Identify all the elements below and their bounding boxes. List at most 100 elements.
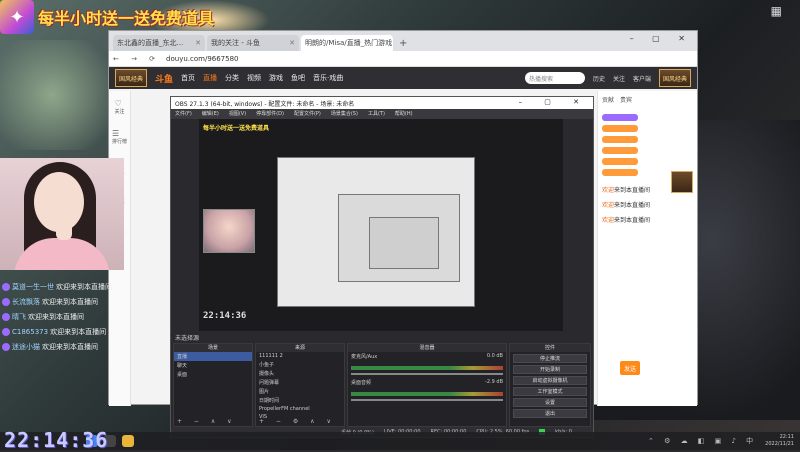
webcam-hand — [56, 222, 72, 240]
menu-edit[interactable]: 编辑(E) — [202, 110, 219, 118]
close-icon[interactable]: ✕ — [195, 39, 201, 47]
system-tray: ⌃ ⚙ ☁ ◧ ▣ ♪ 中 22:11 2022/11/21 — [648, 434, 794, 448]
obs-window: OBS 27.1.3 (64-bit, windows) - 配置文件: 未命名… — [170, 96, 594, 438]
window-controls[interactable]: – ▢ ✕ — [630, 34, 693, 43]
nav-buttons[interactable]: ← → ⟳ — [113, 55, 160, 63]
nav-video[interactable]: 视频 — [247, 73, 261, 83]
preview-webcam — [203, 209, 255, 253]
menu-docks[interactable]: 停靠部件(D) — [256, 110, 284, 118]
app-icon[interactable] — [122, 435, 134, 447]
obs-menu-bar: 文件(F) 编辑(E) 视图(V) 停靠部件(D) 配置文件(P) 场景集合(S… — [171, 109, 593, 119]
badge — [602, 158, 638, 165]
site-search-input[interactable]: 热播搜索 — [524, 72, 585, 84]
virtual-camera-button[interactable]: 启动虚拟摄像机 — [513, 376, 587, 385]
obs-preview[interactable]: 每半小时送一送免费道具 22:14:36 — [199, 119, 563, 331]
badge — [602, 125, 638, 132]
browser-tab-3[interactable]: 明朗的/Misa/直播_热门游戏✕ — [301, 35, 393, 51]
stream-clock: 22:14:36 — [4, 428, 109, 452]
panel-message: 欢迎来到本直播间 — [602, 217, 651, 224]
url-text[interactable]: douyu.com/9667580 — [166, 55, 238, 63]
studio-mode-button[interactable]: 工作室模式 — [513, 387, 587, 396]
site-logo[interactable]: 斗鱼 — [155, 72, 173, 85]
browser-tab-1[interactable]: 东北鑫的直播_东北... ✕ — [113, 35, 205, 51]
scene-item[interactable]: 直播 — [174, 352, 252, 361]
nav-live[interactable]: 直播 — [203, 73, 217, 83]
level-badge-icon — [2, 283, 10, 291]
grid-icon[interactable]: ▦ — [771, 4, 782, 18]
nav-music[interactable]: 音乐·戏曲 — [313, 73, 343, 83]
scene-item[interactable]: 桌面 — [174, 370, 252, 379]
mixer-channel: 麦克风/Aux 0.0 dB — [351, 353, 503, 360]
site-header: 国风经典 斗鱼 首页 直播 分类 视频 游戏 鱼吧 音乐·戏曲 热播搜索 历史 … — [109, 67, 697, 89]
obs-window-controls[interactable]: – ▢ ✕ — [519, 98, 589, 106]
source-item[interactable]: 问题弹幕 — [256, 378, 344, 387]
level-badge-icon — [2, 298, 10, 306]
volume-slider[interactable] — [351, 373, 503, 375]
nav-game[interactable]: 游戏 — [269, 73, 283, 83]
chat-line: 长流飘落 欢迎来到本直播间 — [2, 297, 122, 307]
source-item[interactable]: 摄像头 — [256, 369, 344, 378]
tab-vip[interactable]: 贵宾 — [620, 95, 632, 104]
chat-line: 莫道一生一世 欢迎来到本直播间 — [2, 282, 122, 292]
source-item[interactable]: PropellerFM channel — [256, 405, 344, 413]
tab-contribution[interactable]: 贡献 — [602, 95, 614, 104]
heart-icon: ♡ — [114, 99, 122, 108]
scene-controls[interactable]: + − ∧ ∨ — [177, 418, 237, 425]
nav-home[interactable]: 首页 — [181, 73, 195, 83]
level-badge-icon — [2, 343, 10, 351]
tray-clock[interactable]: 22:11 2022/11/21 — [765, 434, 794, 448]
chat-line: C1865373 欢迎来到本直播间 — [2, 327, 122, 337]
source-item[interactable]: 111111 2 — [256, 352, 344, 360]
menu-file[interactable]: 文件(F) — [175, 110, 192, 118]
scene-item[interactable]: 聊天 — [174, 361, 252, 370]
chat-overlay: 莫道一生一世 欢迎来到本直播间 长流飘落 欢迎来到本直播间 晴飞 欢迎来到本直播间 C… — [2, 282, 122, 357]
banner-right[interactable]: 国风经典 — [659, 69, 691, 87]
exit-button[interactable]: 退出 — [513, 409, 587, 418]
mixer-channel: 桌面音频 -2.9 dB — [351, 379, 503, 386]
volume-slider[interactable] — [351, 399, 503, 401]
close-icon[interactable]: ✕ — [289, 39, 295, 47]
rail-follow[interactable]: ♡ 关注 — [114, 99, 124, 115]
banner-left[interactable]: 国风经典 — [115, 69, 147, 87]
menu-view[interactable]: 视图(V) — [229, 110, 246, 118]
source-mode-label: 未选择源 — [175, 335, 200, 342]
send-button[interactable]: 发送 — [620, 361, 640, 375]
menu-scene-collection[interactable]: 场景集合(S) — [331, 110, 358, 118]
settings-button[interactable]: 设置 — [513, 398, 587, 407]
browser-tab-2[interactable]: 我的关注 - 斗鱼 ✕ — [207, 35, 299, 51]
source-item[interactable]: 图片 — [256, 387, 344, 396]
obs-docks: 场景 直播 聊天 桌面 + − ∧ ∨ 来源 111111 2 小鱼子 摄像头 … — [171, 343, 593, 427]
audio-meter — [351, 366, 503, 370]
sources-dock: 来源 111111 2 小鱼子 摄像头 问题弹幕 图片 日期时间 Propell… — [255, 343, 345, 427]
level-badge-icon — [2, 328, 10, 336]
source-item[interactable]: 小鱼子 — [256, 360, 344, 369]
mixer-dock: 混音器 麦克风/Aux 0.0 dB 桌面音频 -2.9 dB — [347, 343, 507, 427]
menu-help[interactable]: 帮助(H) — [395, 110, 413, 118]
gift-avatar-icon[interactable] — [671, 171, 693, 193]
list-icon: ☰ — [111, 129, 120, 138]
address-bar[interactable]: ← → ⟳ douyu.com/9667580 — [109, 51, 697, 67]
source-item[interactable]: 日期时间 — [256, 396, 344, 405]
stop-stream-button[interactable]: 停止推流 — [513, 354, 587, 363]
header-follow[interactable]: 关注 — [613, 74, 625, 83]
channel-logo-icon: ✦ — [0, 0, 34, 34]
panel-tabs: 贡献 贵宾 — [598, 91, 697, 108]
badge — [602, 169, 638, 176]
start-record-button[interactable]: 开始录制 — [513, 365, 587, 374]
tray-icons[interactable]: ⌃ ⚙ ☁ ◧ ▣ ♪ 中 — [648, 437, 757, 445]
new-tab-button[interactable]: + — [399, 38, 407, 51]
rail-rank[interactable]: ☰ 排行榜 — [112, 129, 127, 145]
chat-line: 晴飞 欢迎来到本直播间 — [2, 312, 122, 322]
source-controls[interactable]: + − ⚙ ∧ ∨ — [259, 418, 336, 425]
menu-tools[interactable]: 工具(T) — [368, 110, 385, 118]
menu-profile[interactable]: 配置文件(P) — [294, 110, 321, 118]
nav-fishbar[interactable]: 鱼吧 — [291, 73, 305, 83]
close-icon[interactable]: ✕ — [392, 39, 393, 47]
header-history[interactable]: 历史 — [593, 74, 605, 83]
stream-slogan: 每半小时送一送免费道具 — [38, 9, 215, 28]
header-client[interactable]: 客户端 — [633, 74, 651, 83]
panel-message: 欢迎来到本直播间 — [602, 202, 651, 209]
tab-bar: 东北鑫的直播_东北... ✕ 我的关注 - 斗鱼 ✕ 明朗的/Misa/直播_热门游… — [109, 31, 697, 51]
nav-category[interactable]: 分类 — [225, 73, 239, 83]
preview-nested-browser — [277, 157, 475, 307]
